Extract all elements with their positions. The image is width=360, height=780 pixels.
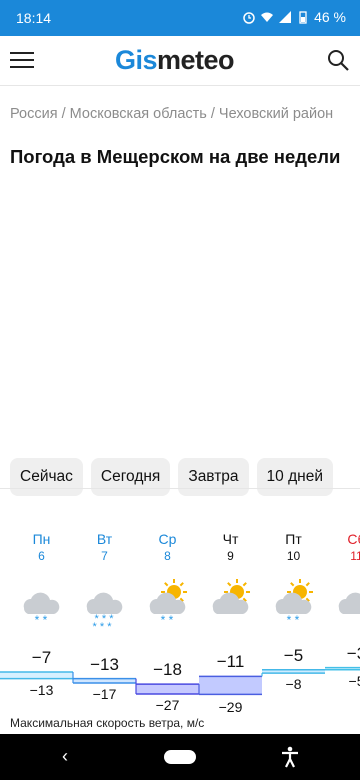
alarm-icon (243, 12, 255, 24)
day-date: 11 (350, 549, 360, 563)
logo[interactable]: Gismeteo (115, 45, 235, 76)
day-date: 8 (164, 549, 171, 563)
divider (0, 488, 360, 489)
back-icon[interactable]: ‹ (62, 746, 68, 767)
accessibility-icon[interactable] (280, 746, 300, 768)
temp-min-label: −5 (348, 672, 360, 689)
day-name: Пт (285, 531, 302, 547)
logo-part-2: meteo (157, 45, 235, 75)
cloud-heavy-snow-icon: * * ** * * (86, 592, 123, 628)
day-name: Чт (222, 531, 239, 547)
tab-tomorrow[interactable]: Завтра (178, 458, 249, 496)
svg-text:* *: * * (161, 613, 174, 627)
wind-label: Максимальная скорость ветра, м/с (10, 716, 205, 730)
svg-text:* * *: * * * (93, 621, 113, 628)
day-name: Ср (158, 531, 177, 547)
temp-max-label: −18 (153, 660, 182, 680)
breadcrumb[interactable]: Россия / Московская область / Чеховский … (10, 105, 340, 123)
page-title: Погода в Мещерском на две недели (10, 146, 341, 167)
wifi-icon (261, 12, 274, 22)
temp-band (136, 684, 199, 694)
signal-icon (279, 11, 292, 23)
day-date: 10 (286, 549, 301, 563)
temp-min-label: −29 (218, 699, 243, 716)
day-name: Пн (32, 531, 51, 547)
sun-cloud-icon (212, 579, 250, 614)
forecast-day[interactable]: Сб 11 (325, 530, 360, 564)
forecast-day[interactable]: Вт 7 (73, 530, 136, 564)
menu-icon[interactable] (10, 52, 34, 70)
status-time: 18:14 (16, 10, 52, 26)
temp-max-label: −3 (346, 643, 360, 663)
cloud-snow-icon: * * (23, 592, 60, 627)
battery-icon (299, 11, 307, 24)
sun-cloud-snow-icon: * * (149, 579, 187, 627)
temp-max-label: −13 (90, 654, 119, 674)
temp-min-label: −8 (285, 676, 302, 693)
forecast-day[interactable]: Чт 9 (199, 530, 262, 564)
svg-text:* *: * * (35, 613, 48, 627)
temp-max-label: −11 (216, 652, 245, 672)
forecast-day[interactable]: Ср 8 (136, 530, 199, 564)
home-button[interactable] (164, 750, 196, 764)
temp-min-label: −27 (155, 697, 180, 713)
sun-cloud-snow-icon: * * (275, 579, 313, 627)
forecast-day[interactable]: Пн 6 (10, 530, 73, 564)
forecast-strip[interactable]: Пн 6 * * −7 −13 Вт 7 * * * * * * −13 −17 Ср 8 * * −18 −… (0, 530, 360, 735)
day-name: Сб (347, 531, 360, 547)
day-date: 6 (38, 549, 45, 563)
temp-min-label: −17 (92, 686, 117, 702)
temp-max-label: −7 (31, 648, 52, 667)
tab-now[interactable]: Сейчас (10, 458, 83, 496)
forecast-day[interactable]: Пт 10 (262, 530, 325, 564)
day-date: 9 (227, 549, 234, 563)
app-header: Gismeteo (0, 36, 360, 86)
system-nav-bar: ‹ (0, 734, 360, 780)
svg-text:* *: * * (287, 613, 300, 627)
tab-10-days[interactable]: 10 дней (256, 458, 333, 496)
status-bar: 18:14 46 % (0, 0, 360, 36)
cloud-icon (338, 592, 360, 614)
battery-percent: 46 % (314, 9, 346, 25)
search-icon[interactable] (326, 48, 350, 72)
temp-band (199, 676, 262, 695)
period-tabs: Сейчас Сегодня Завтра 10 дней (10, 458, 333, 496)
temp-min-label: −13 (29, 681, 54, 698)
status-icons: 46 % (242, 9, 346, 25)
day-name: Вт (96, 531, 113, 547)
tab-today[interactable]: Сегодня (90, 458, 171, 496)
temp-band (0, 672, 73, 679)
day-date: 7 (101, 549, 108, 563)
logo-part-1: Gis (115, 45, 158, 75)
temp-max-label: −5 (283, 645, 304, 665)
